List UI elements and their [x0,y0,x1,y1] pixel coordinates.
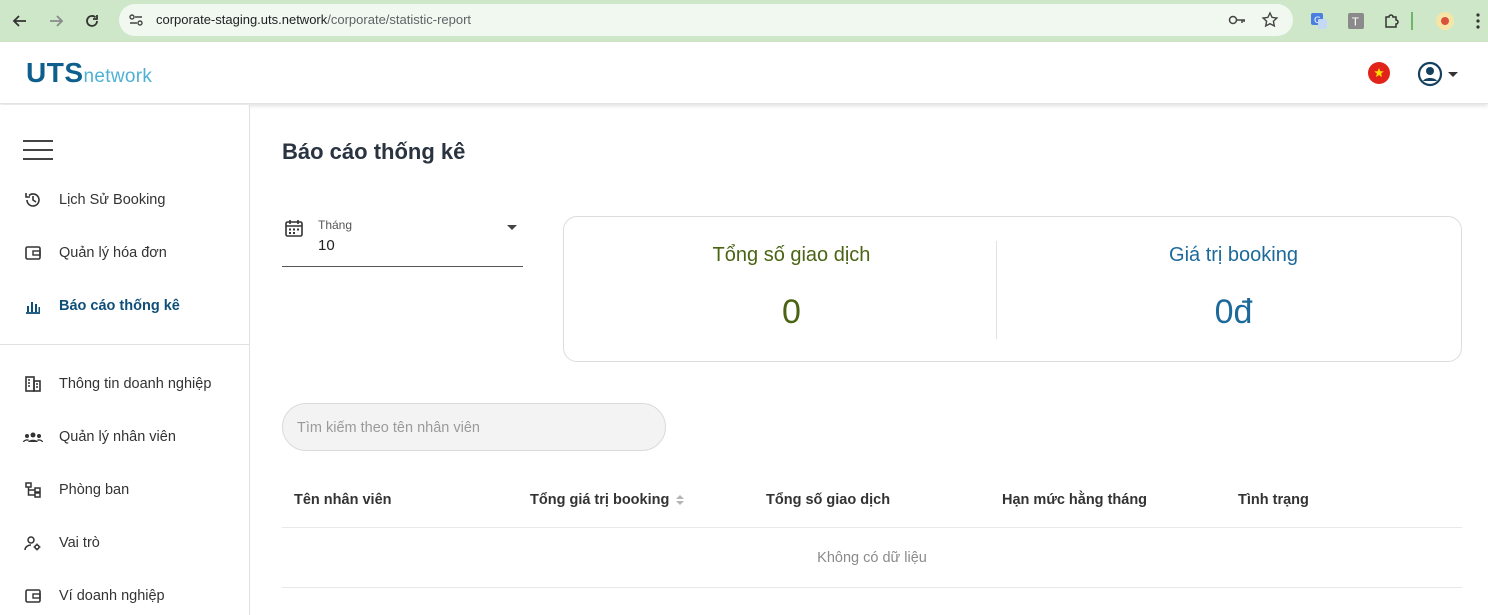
text-extension-icon[interactable]: T [1344,9,1368,33]
employee-stats-table: Tên nhân viên Tổng giá trị booking Tổng … [282,474,1462,588]
employee-search-box[interactable] [282,403,666,451]
building-icon [23,374,43,394]
extensions-puzzle-icon[interactable] [1380,9,1404,33]
column-employee-name: Tên nhân viên [294,492,392,508]
reload-icon[interactable] [80,9,104,33]
tree-icon [23,480,43,500]
column-total-booking-value-label: Tổng giá trị booking [530,492,670,508]
logo-main-text: UTS [26,57,84,88]
stat-booking-value: Giá trị booking 0đ [1009,217,1458,363]
sidebar-item-label: Ví doanh nghiệp [59,588,165,604]
url-path: /corporate/statistic-report [327,12,472,27]
stat-transactions: Tổng số giao dịch 0 [564,217,1019,363]
employee-search-input[interactable] [297,418,647,438]
table-header: Tên nhân viên Tổng giá trị booking Tổng … [282,474,1462,528]
sidebar-item-label: Báo cáo thống kê [59,298,180,314]
stat-booking-amount: 0đ [1214,293,1253,331]
sidebar-item-label: Thông tin doanh nghiệp [59,376,212,392]
sidebar-item-label: Phòng ban [59,482,130,498]
browser-toolbar: corporate-staging.uts.network/corporate/… [0,0,1488,42]
calendar-icon [284,218,304,243]
sidebar: Lịch Sử Booking Quản lý hóa đơn Báo cáo … [0,105,250,615]
wallet-icon [23,586,43,606]
sort-icon[interactable] [676,495,685,505]
month-label: Tháng [318,218,353,232]
empty-state-text: Không có dữ liệu [817,550,927,566]
sidebar-item-statistic-report[interactable]: Báo cáo thống kê [0,288,249,324]
column-monthly-limit: Hạn mức hằng tháng [1002,492,1148,508]
stat-transactions-value: 0 [782,293,801,331]
history-icon [23,190,43,210]
browser-menu-icon[interactable] [1466,9,1488,33]
sidebar-item-label: Lịch Sử Booking [59,192,166,208]
hamburger-menu-icon[interactable] [23,140,53,160]
sidebar-item-invoices[interactable]: Quản lý hóa đơn [0,235,249,271]
url-host: corporate-staging.uts.network [156,12,328,27]
logo-sub-text: network [83,66,153,87]
stats-divider [996,241,997,339]
wallet-icon [23,243,43,263]
column-total-transactions: Tổng số giao dịch [766,492,891,508]
column-total-booking-value[interactable]: Tổng giá trị booking [530,492,685,508]
stat-booking-label: Giá trị booking [1169,244,1298,266]
key-icon[interactable] [1228,12,1246,33]
stats-card: Tổng số giao dịch 0 Giá trị booking 0đ [563,216,1462,362]
bar-chart-icon [23,296,43,316]
sidebar-item-employees[interactable]: Quản lý nhân viên [0,419,249,455]
sidebar-item-company-info[interactable]: Thông tin doanh nghiệp [0,366,249,402]
sidebar-item-label: Quản lý nhân viên [59,429,176,445]
group-icon [23,427,43,447]
sidebar-item-label: Vai trò [59,535,100,551]
sidebar-item-booking-history[interactable]: Lịch Sử Booking [0,182,249,218]
sidebar-item-departments[interactable]: Phòng ban [0,472,249,508]
app-header: UTSnetwork [0,42,1488,104]
user-gear-icon [23,533,43,553]
url-text: corporate-staging.uts.network/corporate/… [156,12,471,27]
uts-logo[interactable]: UTSnetwork [26,57,152,89]
chevron-down-icon[interactable] [507,225,517,230]
address-bar[interactable]: corporate-staging.uts.network/corporate/… [119,4,1293,36]
site-info-icon[interactable] [128,12,144,33]
back-icon[interactable] [8,9,32,33]
month-value: 10 [318,237,335,254]
bookmark-star-icon[interactable] [1261,11,1279,34]
toolbar-divider [1410,9,1414,33]
translate-extension-icon[interactable]: G [1307,9,1331,33]
sidebar-item-roles[interactable]: Vai trò [0,525,249,561]
page-title: Báo cáo thống kê [282,139,466,164]
vietnam-flag-icon[interactable] [1368,62,1390,84]
svg-text:T: T [1351,16,1359,29]
sidebar-item-label: Quản lý hóa đơn [59,245,167,261]
month-select[interactable]: Tháng 10 [282,213,523,267]
column-status: Tình trạng [1238,492,1309,508]
stat-transactions-label: Tổng số giao dịch [712,244,871,266]
sidebar-item-company-wallet[interactable]: Ví doanh nghiệp [0,578,249,614]
profile-avatar-icon[interactable] [1433,9,1457,33]
user-account-menu[interactable] [1417,61,1461,92]
forward-icon[interactable] [44,9,68,33]
sidebar-divider [0,344,249,345]
table-empty-row: Không có dữ liệu [282,528,1462,588]
